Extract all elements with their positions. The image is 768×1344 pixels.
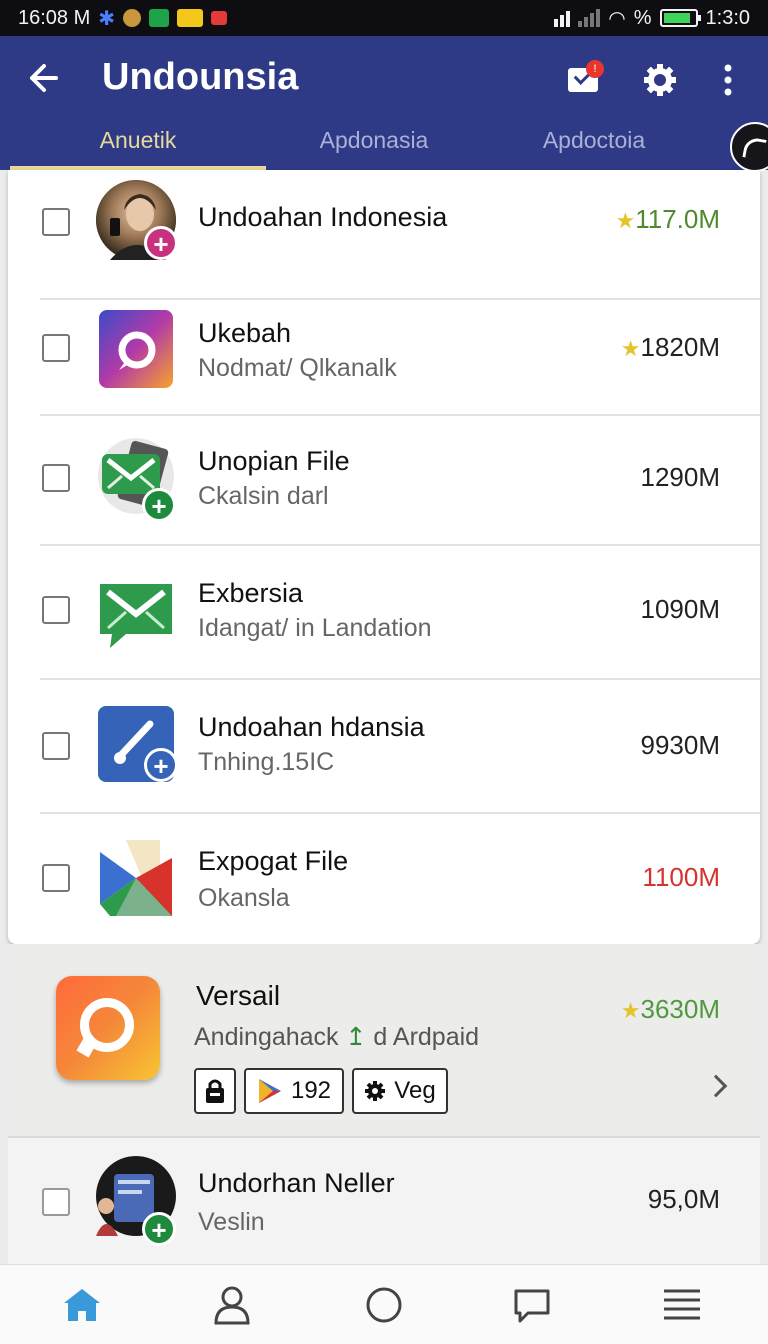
star-icon: ★ <box>615 208 636 233</box>
row-checkbox[interactable] <box>42 1188 70 1216</box>
app-size: 9930M <box>640 730 721 760</box>
app-size: 1100M <box>642 862 720 892</box>
app-subtitle: Okansla <box>198 884 290 912</box>
chat-icon[interactable] <box>510 1283 554 1327</box>
app-name: Undoahan hdansia <box>198 712 425 742</box>
row-checkbox[interactable] <box>42 596 70 624</box>
battery-icon <box>659 9 701 27</box>
play-store-icon <box>258 1079 281 1103</box>
wallet-notification-icon <box>177 9 204 27</box>
star-icon: ★ <box>620 998 641 1023</box>
menu-icon[interactable] <box>660 1283 704 1327</box>
chevron-right-icon[interactable] <box>704 1074 728 1098</box>
lock-icon <box>206 1079 224 1103</box>
row-checkbox[interactable] <box>42 864 70 892</box>
app-name: Ukebah <box>198 318 292 348</box>
gear-icon <box>365 1081 386 1101</box>
app-subtitle: Idangat/ in Landation <box>198 614 432 642</box>
row-checkbox[interactable] <box>42 334 70 362</box>
bottom-navigation <box>0 1264 768 1344</box>
tab-apdoctoia[interactable]: Apdoctoia <box>486 122 702 170</box>
star-icon: ★ <box>620 336 641 361</box>
add-badge-icon[interactable]: + <box>144 748 178 782</box>
app-size: 1090M <box>640 594 721 624</box>
email-app-icon <box>100 584 172 648</box>
settings-notification-icon: ✱ <box>98 7 116 30</box>
app-name: Expogat File <box>198 846 349 876</box>
page-title: Undounsia <box>102 56 299 98</box>
store-chip[interactable]: 192 <box>244 1068 344 1114</box>
add-badge-icon[interactable]: + <box>142 1212 176 1246</box>
list-item[interactable]: + Undoahan hdansia Tnhing.15IC 9930M <box>8 680 760 814</box>
circle-icon[interactable] <box>362 1283 406 1327</box>
add-badge-icon[interactable]: + <box>144 226 178 260</box>
back-arrow-icon[interactable] <box>22 58 62 98</box>
status-bar: 16:08 M ✱ ◠ % 1:3:0 <box>0 0 768 36</box>
status-time: 16:08 M <box>18 6 91 29</box>
file-export-app-icon <box>100 840 172 916</box>
tab-bar: Anuetik Apdonasia Apdoctoia <box>0 122 768 170</box>
app-name: Unopian File <box>198 446 350 476</box>
featured-app-subtitle: Andingahack ↥ d Ardpaid <box>194 1023 480 1051</box>
list-item[interactable]: Exbersia Idangat/ in Landation 1090M <box>8 546 760 680</box>
download-arrow-icon: ↥ <box>345 1023 367 1051</box>
list-item[interactable]: Ukebah Nodmat/ Qlkanalk ★1820M <box>8 286 760 416</box>
signal-2-icon <box>578 9 601 27</box>
signal-icon <box>554 9 571 27</box>
app-name: Undorhan Neller <box>198 1168 395 1198</box>
row-checkbox[interactable] <box>42 732 70 760</box>
app-size: ★1820M <box>620 332 720 362</box>
app-subtitle: Veslin <box>198 1208 265 1236</box>
tab-apdonasia[interactable]: Apdonasia <box>266 122 482 170</box>
list-item[interactable]: Expogat File Okansla 1100M <box>8 814 760 944</box>
status-clock: 1:3:0 <box>705 6 750 29</box>
app-list: + Undoahan Indonesia ★117.0M Ukebah Nodm… <box>8 170 760 944</box>
featured-app-size: ★3630M <box>620 994 720 1024</box>
app-bar: Undounsia ! Anuetik Apdonasia Apdoctoia <box>0 36 768 172</box>
home-icon[interactable] <box>60 1283 104 1327</box>
row-checkbox[interactable] <box>42 208 70 236</box>
app-subtitle: Nodmat/ Qlkanalk <box>198 354 397 382</box>
settings-icon[interactable] <box>640 60 680 100</box>
tag-chip[interactable]: Veg <box>352 1068 448 1114</box>
overflow-menu-icon[interactable] <box>708 60 748 100</box>
list-item[interactable]: + Undoahan Indonesia ★117.0M <box>8 170 760 300</box>
alert-notification-icon <box>211 11 228 25</box>
notification-badge: ! <box>586 60 604 78</box>
battery-percent: % <box>633 6 652 29</box>
lock-chip[interactable] <box>194 1068 236 1114</box>
featured-app-row[interactable]: Versail Andingahack ↥ d Ardpaid ★3630M 1… <box>8 944 760 1134</box>
app-size: 95,0M <box>647 1184 720 1214</box>
featured-chips: 192 Veg <box>194 1068 448 1114</box>
messages-button[interactable]: ! <box>566 60 606 100</box>
app-name: Exbersia <box>198 578 304 608</box>
row-checkbox[interactable] <box>42 464 70 492</box>
profile-icon[interactable] <box>210 1283 254 1327</box>
list-item[interactable]: + Undorhan Neller Veslin 95,0M <box>8 1136 760 1264</box>
app-notification-icon <box>123 9 142 27</box>
media-notification-icon <box>149 9 170 27</box>
add-badge-icon[interactable]: + <box>142 488 176 522</box>
wifi-icon: ◠ <box>608 7 626 30</box>
app-subtitle: Ckalsin darl <box>198 482 329 510</box>
chat-bubble-app-icon <box>56 976 160 1080</box>
app-subtitle: Tnhing.15IC <box>198 748 335 776</box>
app-name: Undoahan Indonesia <box>198 202 448 232</box>
instagram-style-app-icon <box>99 310 173 388</box>
featured-app-name: Versail <box>196 980 281 1011</box>
app-size: 1290M <box>640 462 721 492</box>
app-size: ★117.0M <box>615 204 720 234</box>
tab-anuetik[interactable]: Anuetik <box>10 122 266 170</box>
list-item[interactable]: + Unopian File Ckalsin darl 1290M <box>8 416 760 546</box>
